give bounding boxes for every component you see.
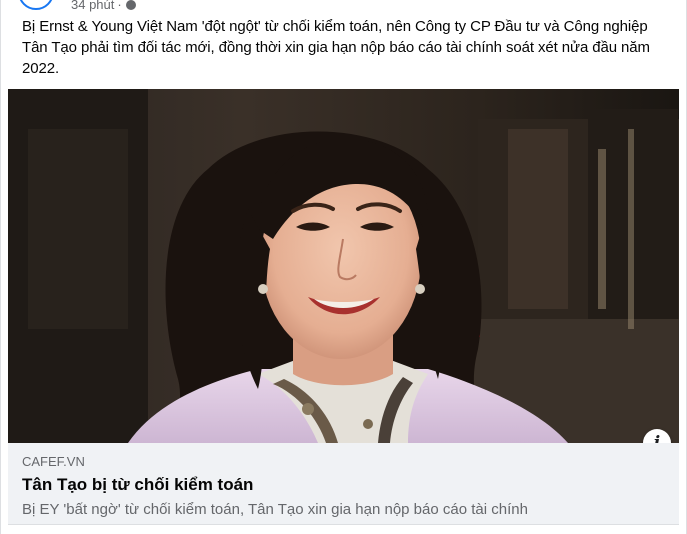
woman-portrait-photo [8,89,679,443]
link-meta[interactable]: CAFEF.VN Tân Tạo bị từ chối kiểm toán Bị… [8,443,679,525]
link-preview-card[interactable]: i CAFEF.VN Tân Tạo bị từ chối kiểm toán … [8,89,679,529]
timestamp-separator: · [117,0,122,12]
post-timestamp[interactable]: 34 phút [71,0,114,12]
link-domain: CAFEF.VN [22,454,85,469]
link-description: Bị EY 'bất ngờ' từ chối kiểm toán, Tân T… [22,501,528,518]
post-text: Bị Ernst & Young Việt Nam 'đột ngột' từ … [22,18,650,77]
post-header: 34 phút · [1,0,686,13]
post-timestamp-row: 34 phút · [71,0,136,13]
link-title[interactable]: Tân Tạo bị từ chối kiểm toán [22,473,665,497]
globe-icon [125,0,136,10]
link-preview-image[interactable]: i [8,89,679,443]
avatar[interactable] [18,0,54,10]
info-icon-glyph: i [653,432,661,443]
feed-post: 34 phút · Bị Ernst & Young Việt Nam 'đột … [0,0,687,534]
